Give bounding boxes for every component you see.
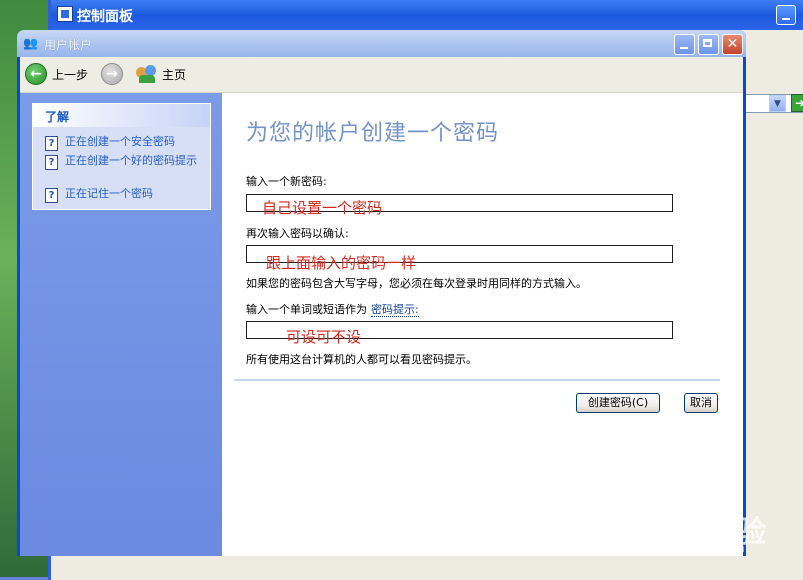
new-password-label: 输入一个新密码: <box>246 175 327 188</box>
control-panel-titlebar[interactable]: 控制面板 <box>51 0 803 30</box>
page-title: 为您的帐户创建一个密码 <box>246 121 500 146</box>
hint-visibility-note: 所有使用这台计算机的人都可以看见密码提示。 <box>246 353 477 366</box>
password-hint-link[interactable]: 密码提示: <box>371 303 419 317</box>
user-accounts-window: 👥 用户帐户 ✕ ← 上一步 → 主页 了解 ? 正在创建一个安全密码 ? 正在… <box>17 30 746 556</box>
cancel-button[interactable]: 取消 <box>684 393 718 413</box>
sidebar-item-label[interactable]: 正在记住一个密码 <box>65 187 205 200</box>
desktop: 控制面板 ▼ ➜ 👥 用户帐户 ✕ ← 上一步 → 主页 了解 ? 正在创建一个… <box>0 0 803 580</box>
maximize-button[interactable] <box>698 34 719 55</box>
help-icon: ? <box>45 155 58 170</box>
go-arrow-icon[interactable]: ➜ <box>791 94 803 112</box>
forward-arrow-icon[interactable]: → <box>101 63 123 85</box>
close-button[interactable]: ✕ <box>722 34 743 55</box>
back-button[interactable]: 上一步 <box>52 66 88 83</box>
users-icon: 👥 <box>23 36 38 50</box>
password-hint-label: 输入一个单词或短语作为 密码提示: <box>246 301 419 317</box>
window-title: 用户帐户 <box>44 38 93 52</box>
help-icon: ? <box>45 188 58 203</box>
learn-about-panel: 了解 ? 正在创建一个安全密码 ? 正在创建一个好的密码提示 ? 正在记住一个密… <box>32 103 211 210</box>
watermark: Baidu经验 jingyan.baidu.com <box>612 487 782 567</box>
close-icon: ✕ <box>726 36 739 52</box>
case-sensitive-note: 如果您的密码包含大写字母，您必须在每次登录时用同样的方式输入。 <box>246 277 587 290</box>
learn-about-title: 了解 <box>45 110 70 124</box>
create-password-button[interactable]: 创建密码(C) <box>576 393 660 413</box>
home-button[interactable]: 主页 <box>162 66 186 83</box>
home-users-icon[interactable] <box>136 64 158 84</box>
confirm-password-annotation: 跟上面输入的密码一样 <box>266 254 417 272</box>
control-panel-minimize-button[interactable] <box>776 5 796 25</box>
password-hint-annotation: 可设可不设 <box>286 328 362 346</box>
password-hint-label-text: 输入一个单词或短语作为 <box>246 303 367 316</box>
address-dropdown-icon[interactable]: ▼ <box>769 95 786 112</box>
sidebar-item-label[interactable]: 正在创建一个安全密码 <box>65 135 205 148</box>
control-panel-title: 控制面板 <box>77 9 133 25</box>
toolbar: ← 上一步 → 主页 <box>20 57 743 93</box>
minimize-button[interactable] <box>674 34 695 55</box>
divider <box>234 379 720 381</box>
sidebar-item-label[interactable]: 正在创建一个好的密码提示 <box>65 154 205 167</box>
learn-about-header: 了解 <box>33 104 210 127</box>
back-arrow-icon[interactable]: ← <box>25 63 47 85</box>
help-icon: ? <box>45 136 58 151</box>
window-body: ← 上一步 → 主页 了解 ? 正在创建一个安全密码 ? 正在创建一个好的密码提… <box>20 57 743 556</box>
new-password-annotation: 自己设置一个密码 <box>262 199 383 217</box>
confirm-password-label: 再次输入密码以确认: <box>246 227 349 240</box>
control-panel-icon <box>57 6 73 22</box>
sidebar: 了解 ? 正在创建一个安全密码 ? 正在创建一个好的密码提示 ? 正在记住一个密… <box>20 93 222 556</box>
watermark-url: jingyan.baidu.com <box>618 541 746 555</box>
user-accounts-titlebar[interactable]: 👥 用户帐户 ✕ <box>17 30 746 57</box>
